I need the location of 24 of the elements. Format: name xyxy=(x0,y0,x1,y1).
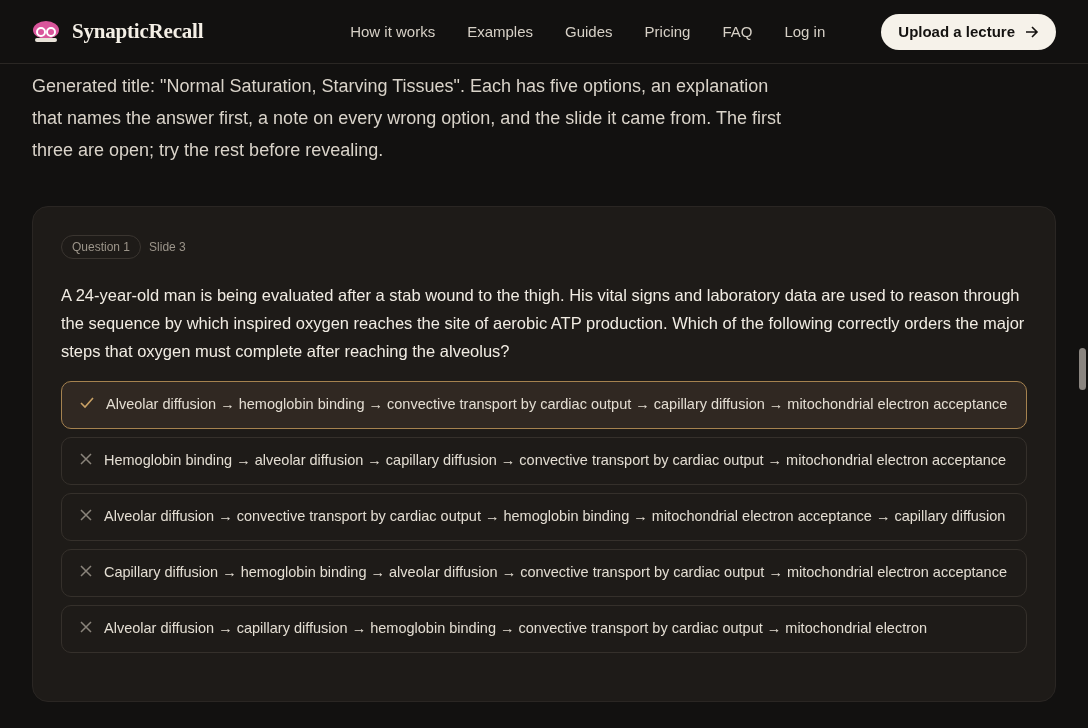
answer-option[interactable]: Hemoglobin binding → alveolar diffusion → capillary diffusion → convective transport by cardiac output → mitochondrial electron acceptance xyxy=(61,437,1027,485)
nav-link[interactable]: Guides xyxy=(565,23,613,40)
nav-link[interactable]: Pricing xyxy=(644,23,691,40)
check-icon xyxy=(80,397,94,409)
scrollbar-thumb[interactable] xyxy=(1079,348,1086,390)
answer-option[interactable]: Alveolar diffusion → convective transport by cardiac output → hemoglobin binding → mitochondrial electron acceptance → capillary diffusion xyxy=(61,493,1027,541)
answer-option[interactable]: Capillary diffusion → hemoglobin binding → alveolar diffusion → convective transport by cardiac output → mitochondrial electron acceptance xyxy=(61,549,1027,597)
question-text: A 24-year-old man is being evaluated after a stab wound to the thigh. His vital signs and laboratory data are used to reason through the sequence by which inspired oxygen reaches the site of aerobic ATP production. Which of the following correctly orders the major steps that oxygen must complete after reaching the alveolus? xyxy=(61,285,1026,362)
nav-link[interactable]: How it works xyxy=(350,23,436,40)
upload-button[interactable]: Upload a lecture xyxy=(881,13,1056,50)
cross-icon xyxy=(80,453,92,465)
answer-option[interactable]: Alveolar diffusion → capillary diffusion → hemoglobin binding → convective transport by cardiac output → mitochondrial electron xyxy=(61,605,1027,653)
cross-icon xyxy=(80,509,92,521)
nav-link[interactable]: Examples xyxy=(467,23,533,40)
correct-option[interactable]: Alveolar diffusion → hemoglobin binding → convective transport by cardiac output → capillary diffusion → mitochondrial electron acceptance xyxy=(61,381,1027,429)
intro-text: Generated title: "Normal Saturation, Starving Tissues". Each has five options, an explanation that names the answer first, a note on every wrong option, and the slide it came from. The first three are open; try the rest before revealing. xyxy=(32,75,783,162)
logo-icon xyxy=(32,19,60,44)
arrow-icon xyxy=(1025,25,1039,38)
nav-link[interactable]: Log in xyxy=(784,23,826,40)
cross-icon xyxy=(80,565,92,577)
brand-name[interactable]: SynapticRecall xyxy=(72,19,204,44)
slide-label: Slide 3 xyxy=(149,240,186,254)
cross-icon xyxy=(80,621,92,633)
nav-link[interactable]: FAQ xyxy=(722,23,753,40)
